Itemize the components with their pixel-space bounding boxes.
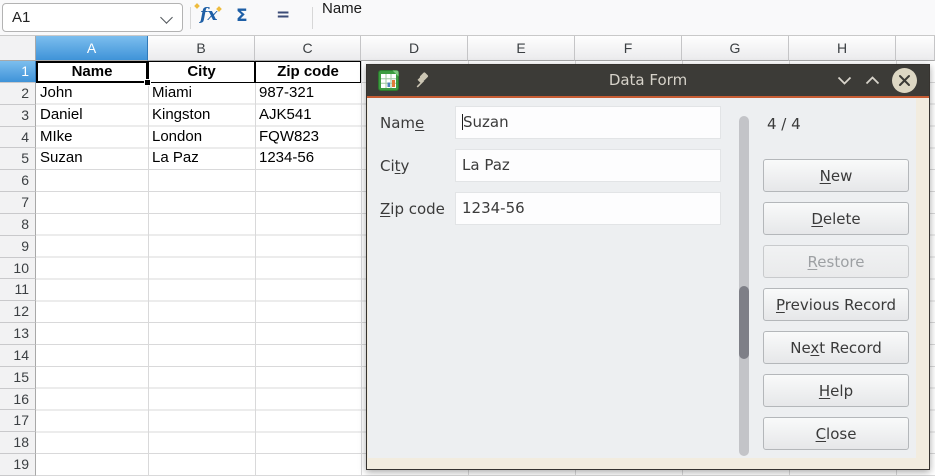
grid-line xyxy=(361,61,362,476)
cell-B2[interactable]: Miami xyxy=(148,83,255,105)
field-input-name[interactable]: Suzan xyxy=(455,106,721,139)
row-header-7[interactable]: 7 xyxy=(0,192,36,214)
row-header-5[interactable]: 5 xyxy=(0,148,36,170)
column-header-G[interactable]: G xyxy=(682,36,789,61)
cell-C3[interactable]: AJK541 xyxy=(255,105,361,127)
close-icon[interactable] xyxy=(892,68,917,93)
active-cell-border xyxy=(36,61,148,83)
field-label-Z: Zip code xyxy=(380,200,445,218)
row-header-10[interactable]: 10 xyxy=(0,258,36,280)
sparkle-icon xyxy=(194,3,200,9)
close-button[interactable]: Close xyxy=(763,417,909,450)
cell-B4[interactable]: London xyxy=(148,127,255,149)
row-header-18[interactable]: 18 xyxy=(0,432,36,454)
dialog-content: Name Suzan City La Paz Zip code 1234-56 4 / 4… xyxy=(368,98,916,458)
field-input-city[interactable]: La Paz xyxy=(455,149,721,182)
row-header-12[interactable]: 12 xyxy=(0,301,36,323)
field-label-t: City xyxy=(380,157,409,175)
select-all-corner[interactable] xyxy=(0,36,36,61)
chevron-down-icon[interactable] xyxy=(837,76,852,85)
row-header-4[interactable]: 4 xyxy=(0,127,36,149)
column-header-C[interactable]: C xyxy=(255,36,361,61)
cell-C2[interactable]: 987-321 xyxy=(255,83,361,105)
restore-button[interactable]: Restore xyxy=(763,245,909,278)
formula-input[interactable]: Name xyxy=(322,0,362,35)
sum-icon[interactable]: Σ xyxy=(236,6,248,26)
row-header-14[interactable]: 14 xyxy=(0,345,36,367)
row-header-11[interactable]: 11 xyxy=(0,279,36,301)
function-wizard-icon[interactable]: fx xyxy=(200,5,217,25)
previous-record-button[interactable]: Previous Record xyxy=(763,288,909,321)
formula-content: Name xyxy=(322,0,362,17)
column-header-partial[interactable] xyxy=(896,36,935,61)
row-header-13[interactable]: 13 xyxy=(0,323,36,345)
row-header-6[interactable]: 6 xyxy=(0,170,36,192)
dialog-titlebar[interactable]: Data Form xyxy=(367,65,929,96)
cell-C1[interactable]: Zip code xyxy=(255,61,361,83)
cell-C5[interactable]: 1234-56 xyxy=(255,148,361,170)
row-header-2[interactable]: 2 xyxy=(0,83,36,105)
column-header-E[interactable]: E xyxy=(468,36,575,61)
app-window: A1 fx Σ = Name ABCDEFGH 1234567891011121… xyxy=(0,0,935,476)
record-indicator: 4 / 4 xyxy=(767,115,801,133)
cell-A5[interactable]: Suzan xyxy=(36,148,148,170)
column-header-D[interactable]: D xyxy=(361,36,468,61)
row-header-8[interactable]: 8 xyxy=(0,214,36,236)
name-box-input[interactable]: A1 xyxy=(2,3,183,32)
row-header-15[interactable]: 15 xyxy=(0,367,36,389)
cell-C4[interactable]: FQW823 xyxy=(255,127,361,149)
row-header-9[interactable]: 9 xyxy=(0,236,36,258)
cell-B3[interactable]: Kingston xyxy=(148,105,255,127)
cell-B1[interactable]: City xyxy=(148,61,255,83)
data-form-dialog: Data Form Name Suzan City La Paz Zip code 123… xyxy=(366,64,930,470)
toolbar-divider xyxy=(312,7,313,29)
cell-A4[interactable]: MIke xyxy=(36,127,148,149)
cell-A3[interactable]: Daniel xyxy=(36,105,148,127)
row-header-1[interactable]: 1 xyxy=(0,61,36,83)
sparkle-icon xyxy=(216,6,222,12)
new-button[interactable]: New xyxy=(763,159,909,192)
column-header-A[interactable]: A xyxy=(36,36,148,61)
name-box-chevron-icon[interactable] xyxy=(160,11,173,24)
field-input-zip-code[interactable]: 1234-56 xyxy=(455,192,721,225)
delete-button[interactable]: Delete xyxy=(763,202,909,235)
column-header-B[interactable]: B xyxy=(148,36,255,61)
row-header-3[interactable]: 3 xyxy=(0,105,36,127)
cell-A2[interactable]: John xyxy=(36,83,148,105)
equals-icon[interactable]: = xyxy=(276,5,290,25)
row-header-16[interactable]: 16 xyxy=(0,389,36,411)
row-header-17[interactable]: 17 xyxy=(0,410,36,432)
row-header-19[interactable]: 19 xyxy=(0,454,36,476)
chevron-up-icon[interactable] xyxy=(865,76,880,85)
next-record-button[interactable]: Next Record xyxy=(763,331,909,364)
column-header-F[interactable]: F xyxy=(575,36,682,61)
formula-toolbar: A1 fx Σ = Name xyxy=(0,0,935,36)
toolbar-divider xyxy=(190,7,191,29)
name-box-value: A1 xyxy=(12,9,30,26)
cell-B5[interactable]: La Paz xyxy=(148,148,255,170)
field-label-e: Name xyxy=(380,114,424,132)
help-button[interactable]: Help xyxy=(763,374,909,407)
fill-handle[interactable] xyxy=(144,79,151,86)
column-header-H[interactable]: H xyxy=(789,36,896,61)
dialog-scrollbar-thumb[interactable] xyxy=(739,286,749,359)
